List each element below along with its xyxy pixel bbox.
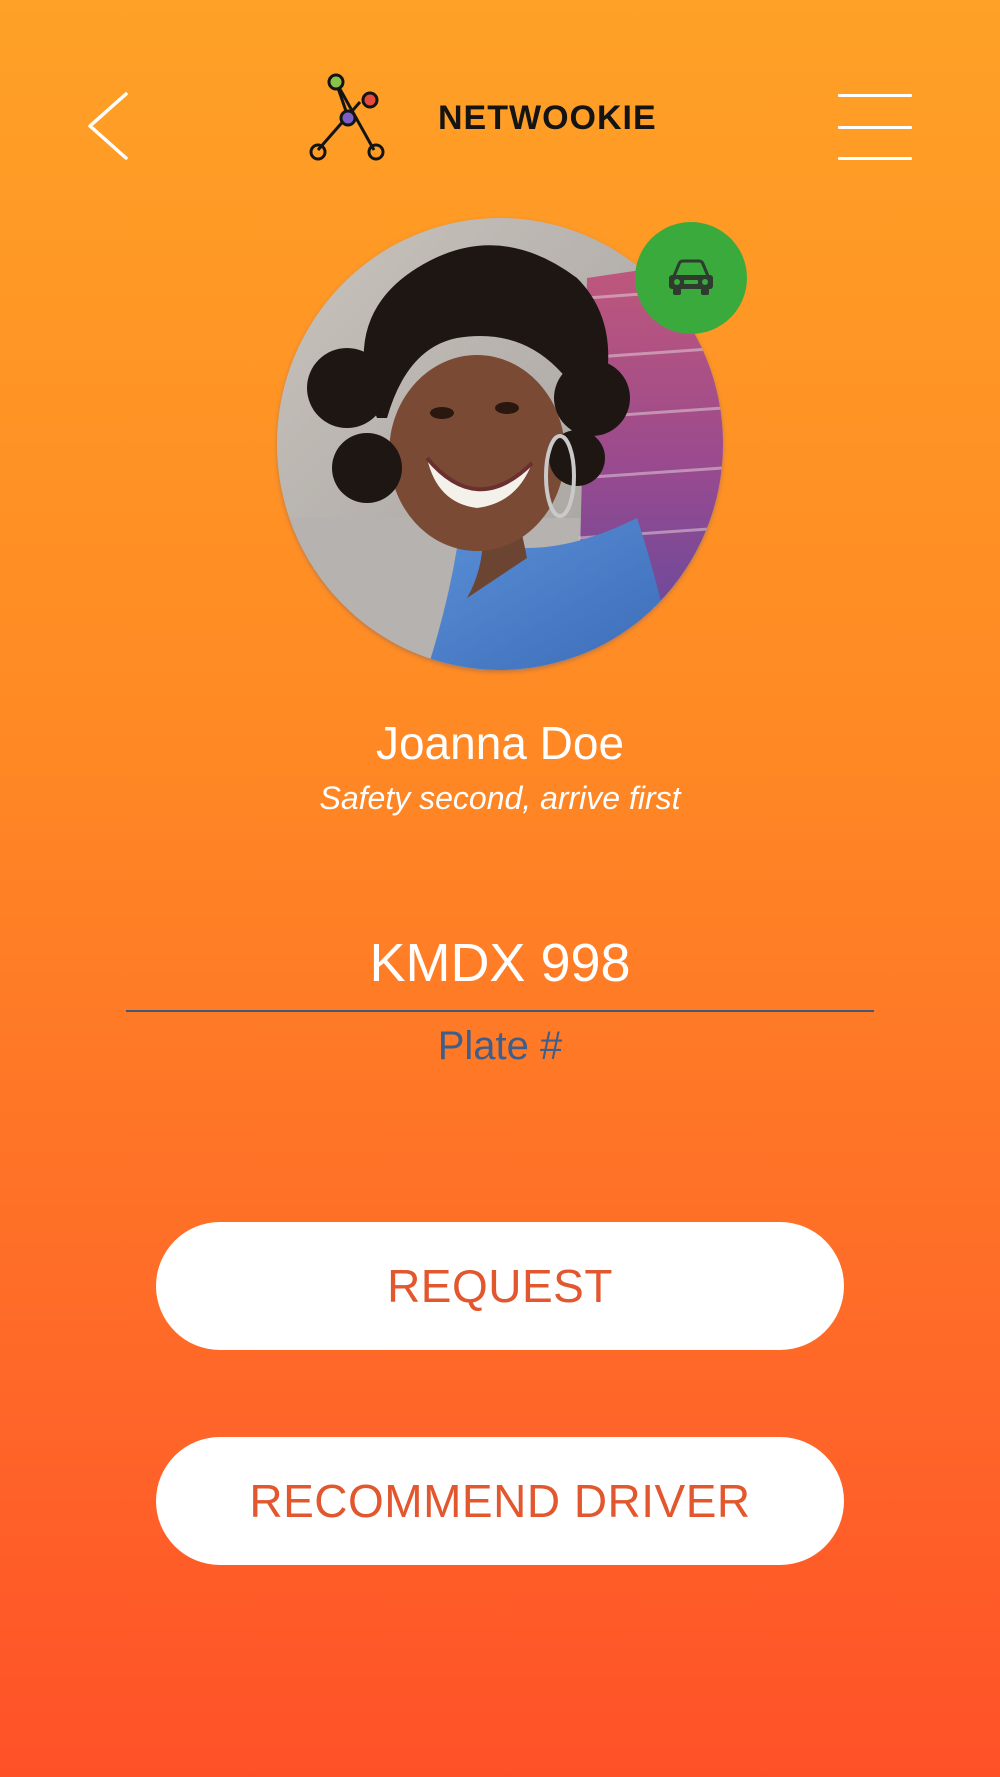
back-button[interactable]: [82, 90, 132, 162]
menu-button[interactable]: [838, 94, 912, 160]
network-nodes-icon: [309, 73, 385, 161]
plate-number: KMDX 998: [369, 933, 631, 993]
hamburger-menu-icon: [838, 94, 912, 97]
plate-label: Plate #: [437, 1024, 563, 1068]
plate-divider: [126, 1010, 874, 1012]
recommend-driver-button[interactable]: RECOMMEND DRIVER: [156, 1437, 844, 1565]
request-button[interactable]: REQUEST: [156, 1222, 844, 1350]
brand-name: NETWOOKIE: [438, 98, 657, 137]
menu-line: [838, 157, 912, 160]
driver-name: Joanna Doe: [375, 717, 625, 769]
profile-avatar-area: [277, 218, 747, 670]
driver-tagline: Safety second, arrive first: [319, 780, 681, 816]
menu-line: [838, 125, 912, 129]
chevron-left-icon: [88, 92, 128, 160]
brand-logo: NETWOOKIE: [306, 72, 657, 164]
driver-badge: [635, 222, 747, 334]
car-icon: [669, 259, 713, 295]
top-bar: NETWOOKIE: [0, 0, 1000, 240]
